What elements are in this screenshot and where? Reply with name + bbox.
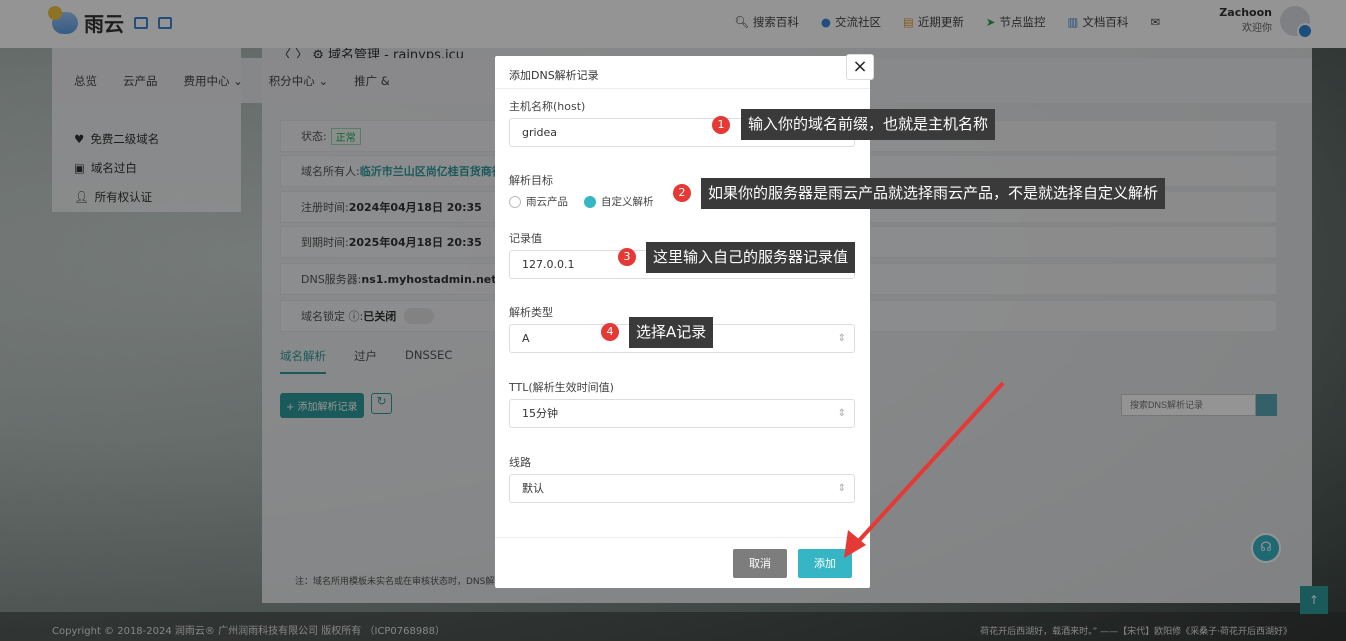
arrow-shaft — [853, 381, 1005, 547]
annotation-arrow — [844, 381, 1005, 558]
